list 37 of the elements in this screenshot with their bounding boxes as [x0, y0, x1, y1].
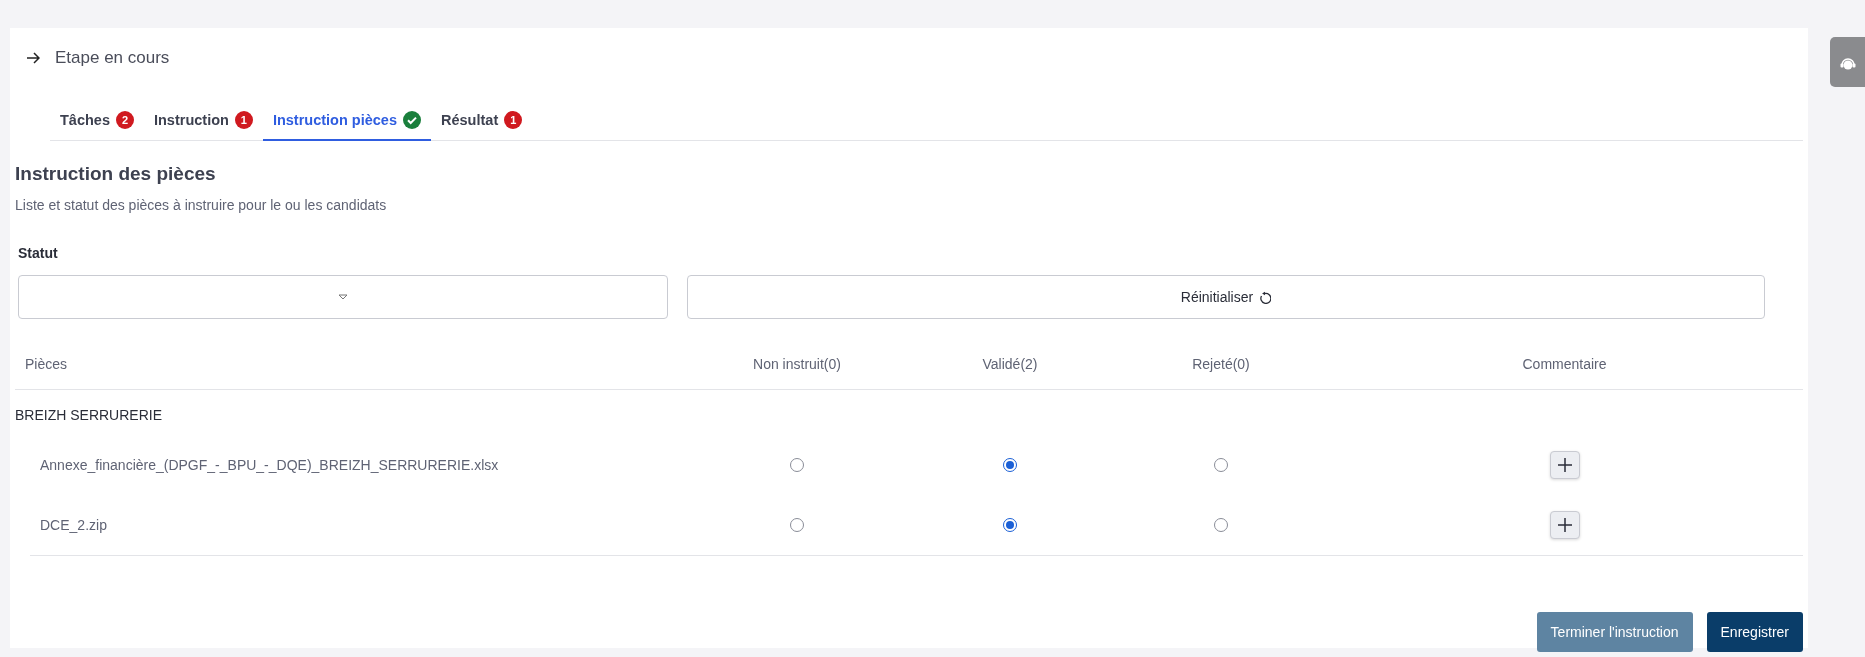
step-title: Etape en cours [55, 48, 170, 68]
check-circle-icon [403, 111, 421, 129]
file-name: DCE_2.zip [40, 517, 107, 533]
reset-button[interactable]: Réinitialiser [687, 275, 1765, 319]
add-comment-button[interactable] [1549, 511, 1580, 539]
plus-icon [1557, 458, 1572, 472]
count-badge: 1 [234, 111, 253, 129]
file-name: Annexe_financière_(DPGF_-_BPU_-_DQE)_BREIZH_SERRURERIE.xlsx [40, 457, 499, 473]
radio-button[interactable] [790, 518, 804, 532]
column-header: Non instruit(0) [752, 356, 842, 372]
radio-button[interactable] [790, 458, 804, 472]
arrow-right-icon [26, 51, 40, 65]
section-title: Instruction des pièces [15, 163, 217, 185]
column-header: Rejeté(0) [1191, 356, 1251, 372]
plus-icon [1557, 518, 1572, 532]
radio-button[interactable] [1003, 518, 1017, 532]
radio-button[interactable] [1214, 458, 1228, 472]
finish-button[interactable]: Terminer l'instruction [1536, 612, 1693, 652]
count-badge: 2 [116, 111, 134, 129]
radio-button[interactable] [1003, 458, 1017, 472]
column-header: Commentaire [1521, 356, 1608, 372]
group-name: BREIZH SERRURERIE [15, 407, 163, 423]
column-header: Pièces [24, 356, 69, 372]
tab[interactable]: Résultat 1 [431, 100, 533, 141]
save-button[interactable]: Enregistrer [1706, 612, 1803, 652]
add-comment-button[interactable] [1549, 451, 1580, 479]
tab[interactable]: Instruction 1 [144, 100, 263, 141]
tab[interactable]: Instruction pièces [262, 100, 431, 141]
help-tab[interactable] [1830, 37, 1865, 87]
tab[interactable]: Tâches 2 [50, 100, 144, 141]
column-header: Validé(2) [981, 356, 1039, 372]
count-badge: 1 [504, 111, 523, 129]
filter-label: Statut [18, 245, 59, 261]
radio-button[interactable] [1214, 518, 1228, 532]
refresh-icon [1258, 290, 1272, 304]
caret-icon [338, 294, 348, 300]
section-subtitle: Liste et statut des pièces à instruire pour le ou les candidats [15, 197, 388, 213]
